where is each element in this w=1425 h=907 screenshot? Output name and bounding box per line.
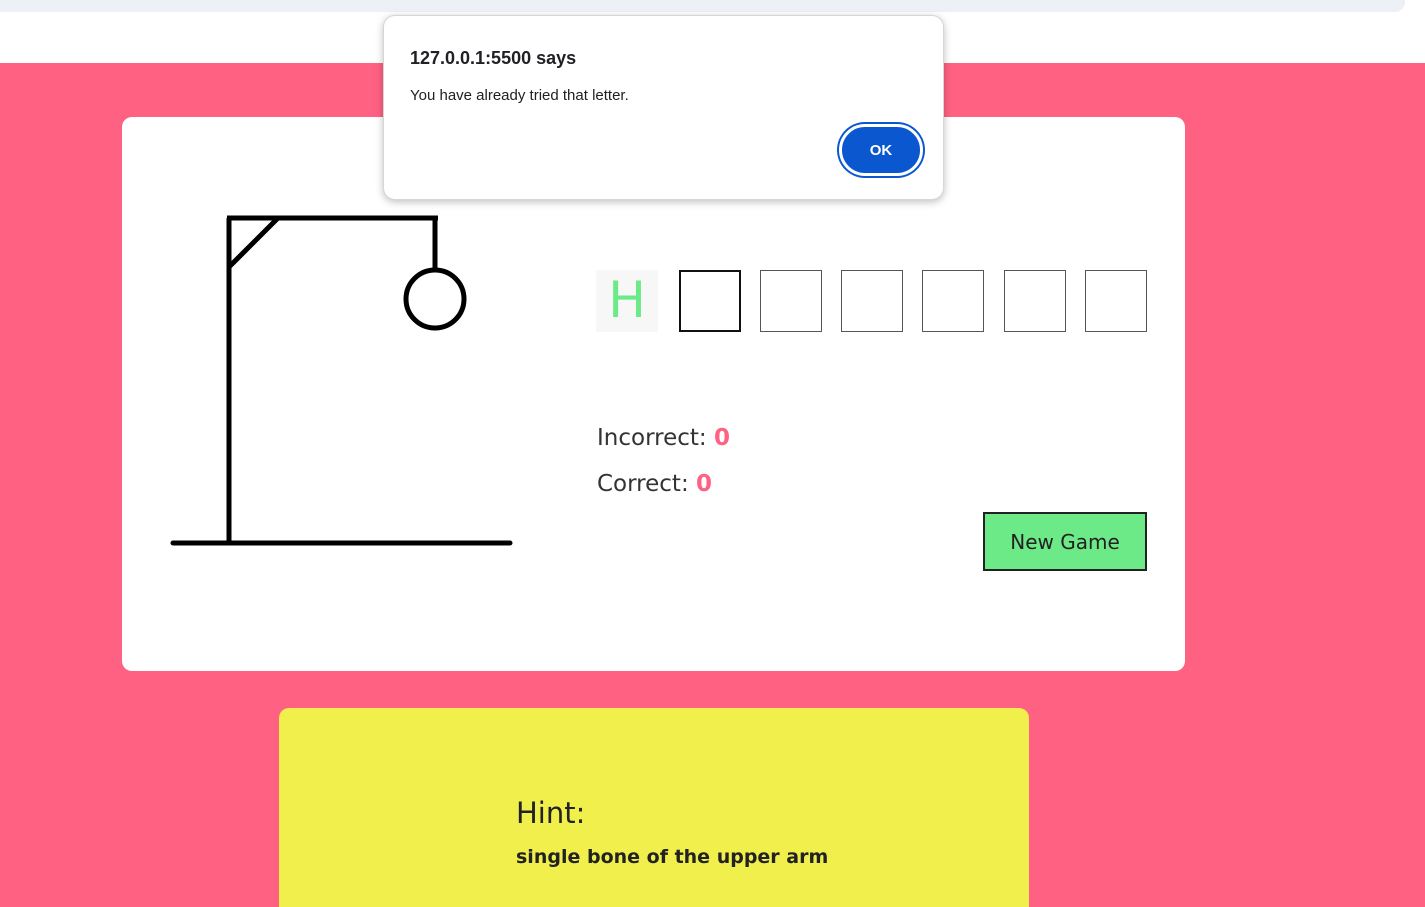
gallows-brace — [227, 216, 280, 269]
letter-slot-5[interactable] — [922, 270, 984, 332]
incorrect-label: Incorrect: — [597, 425, 707, 451]
letter-slot-6[interactable] — [1004, 270, 1066, 332]
alert-origin: 127.0.0.1:5500 says — [410, 48, 577, 68]
alert-dialog: 127.0.0.1:5500 says You have already tri… — [383, 15, 944, 200]
hint-card: Hint: single bone of the upper arm — [279, 708, 1029, 907]
correct-label: Correct: — [597, 471, 689, 497]
new-game-button[interactable]: New Game — [983, 512, 1147, 571]
letter-slot-1: H — [596, 270, 658, 332]
letter-slot-7[interactable] — [1085, 270, 1147, 332]
letter-slot-2[interactable] — [679, 270, 741, 332]
incorrect-count: 0 — [713, 425, 730, 451]
correct-count: 0 — [696, 471, 713, 497]
alert-message: You have already tried that letter. — [410, 87, 629, 104]
alert-ok-button[interactable]: OK — [839, 124, 923, 176]
letter-slot-4[interactable] — [841, 270, 903, 332]
address-bar[interactable] — [0, 0, 1405, 12]
correct-stat: Correct: 0 — [597, 471, 712, 497]
hint-text: single bone of the upper arm — [516, 846, 829, 868]
incorrect-stat: Incorrect: 0 — [597, 425, 730, 451]
hangman-drawing — [170, 215, 513, 546]
hangman-head — [403, 267, 467, 331]
hint-title: Hint: — [516, 796, 586, 830]
letter-slot-3[interactable] — [760, 270, 822, 332]
